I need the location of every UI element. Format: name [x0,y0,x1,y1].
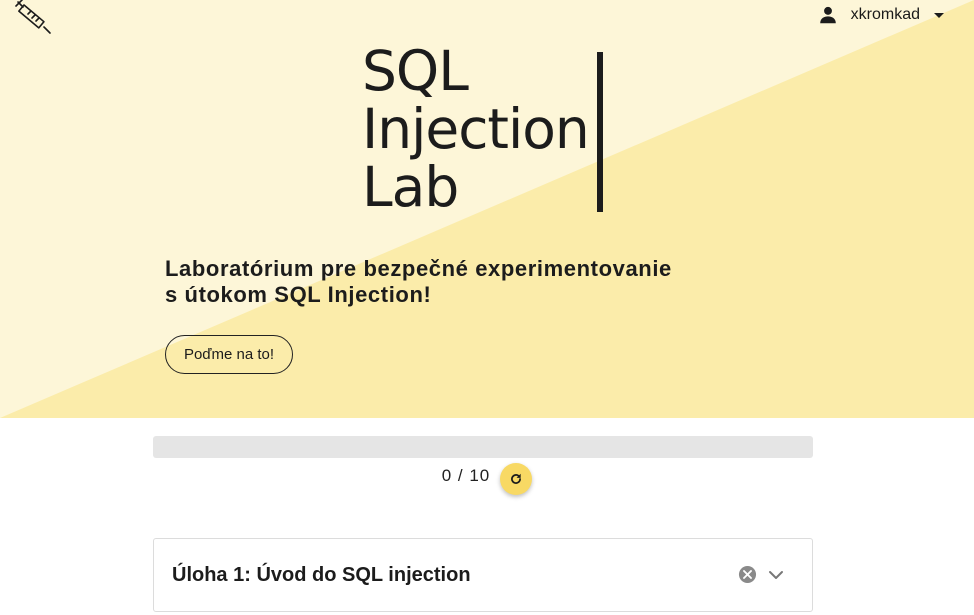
title-divider-bar [597,52,603,212]
task-title: Úloha 1: Úvod do SQL injection [172,564,471,586]
title-line-3: Lab [362,155,459,219]
refresh-icon [511,473,521,484]
user-menu[interactable]: xkromkad [817,2,946,28]
progress-counter: 0 / 10 [441,466,491,485]
chevron-down-icon[interactable] [766,565,786,585]
tagline-line-1: Laboratórium pre bezpečné experimentovan… [165,256,672,281]
title-line-2: Injection [362,97,590,161]
hero-section: xkromkad SQL Injection Lab Laboratórium … [0,0,974,418]
page-title: SQL Injection Lab [362,39,590,219]
syringe-icon[interactable] [14,0,54,36]
caret-down-icon[interactable] [932,8,946,22]
start-button[interactable]: Poďme na to! [165,335,293,374]
title-line-1: SQL [362,39,469,103]
tagline-line-2: s útokom SQL Injection! [165,282,432,307]
person-icon [819,6,836,24]
tagline: Laboratórium pre bezpečné experimentovan… [165,256,725,308]
cancel-circle-icon [738,565,757,584]
progress-bar [153,436,813,458]
reset-progress-button[interactable] [500,463,532,495]
username: xkromkad [850,6,920,23]
task-card[interactable]: Úloha 1: Úvod do SQL injection [153,538,813,612]
